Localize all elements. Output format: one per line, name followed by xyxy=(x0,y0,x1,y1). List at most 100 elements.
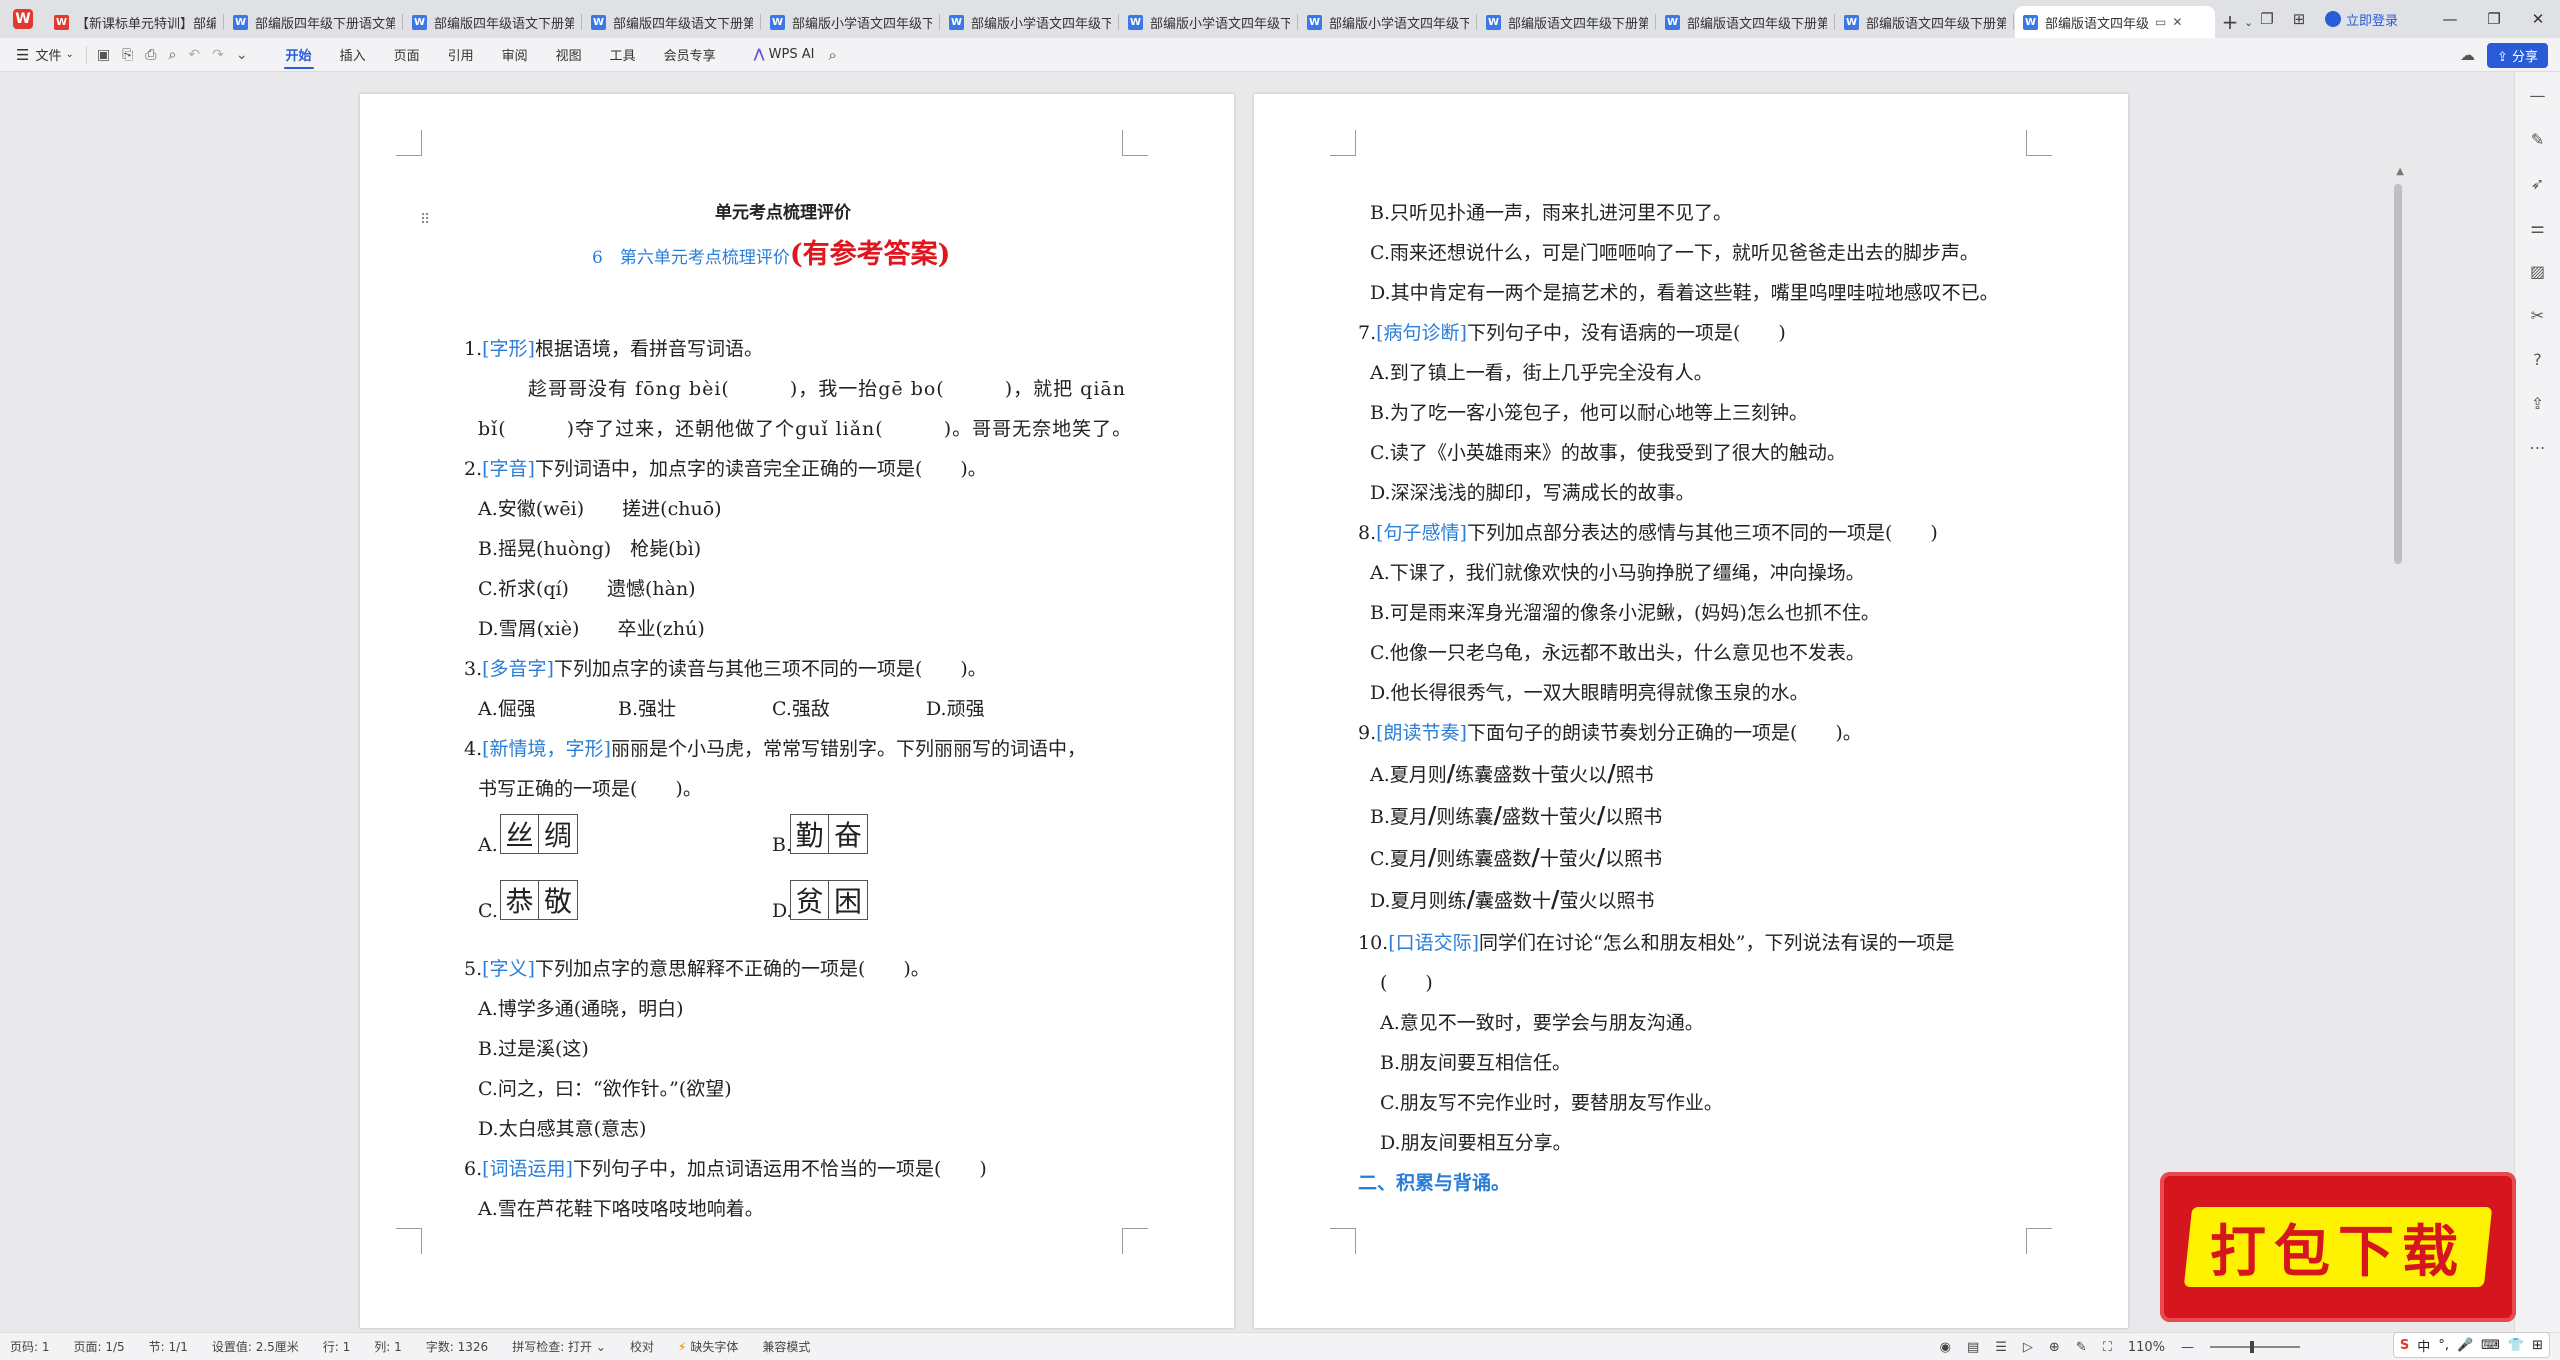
tab-document[interactable]: W 部编版小学语文四年级下 xyxy=(762,6,940,38)
zoom-level[interactable]: 110% xyxy=(2128,1340,2165,1355)
word-doc-icon: W xyxy=(1844,14,1859,30)
ribbon-tab[interactable]: 开始 xyxy=(272,38,326,72)
restore-layout-icon[interactable]: ❐ xyxy=(2251,10,2283,28)
tab-document[interactable]: W 部编版四年级下册语文第 xyxy=(225,6,403,38)
tab-document[interactable]: W 部编版语文四年级下册第 xyxy=(1836,6,2014,38)
login-button[interactable]: 立即登录 xyxy=(2324,10,2398,29)
eye-protection-icon[interactable]: ◉ xyxy=(1940,1340,1951,1355)
tab-document[interactable]: W 部编版小学语文四年级下 xyxy=(1299,6,1477,38)
q8-option-a: A.下课了，我们就像欢快的小马驹挣脱了缰绳，冲向操场。 xyxy=(1370,562,1865,584)
download-banner[interactable]: 打包下载 xyxy=(2160,1172,2516,1322)
warning-icon: ⚡ xyxy=(677,1340,687,1354)
missing-font-label: 缺失字体 xyxy=(690,1340,739,1354)
wps-logo-icon[interactable]: W xyxy=(0,0,46,38)
print-icon[interactable]: ⎙ xyxy=(145,47,156,63)
tools-icon[interactable]: ✂ xyxy=(2526,304,2550,328)
tab-label: 部编版语文四年级下册第 xyxy=(1866,16,2006,32)
tab-document[interactable]: W 部编版四年级语文下册第 xyxy=(583,6,761,38)
wps-ai-button[interactable]: ⋀ WPS AI xyxy=(754,47,815,62)
sogou-ime-icon[interactable]: S xyxy=(2400,1338,2409,1353)
share-button[interactable]: ⇪ 分享 xyxy=(2486,42,2548,68)
adjust-icon[interactable]: ⚌ xyxy=(2526,216,2550,240)
tab-document[interactable]: W 部编版小学语文四年级下 xyxy=(1120,6,1298,38)
ime-grid-icon[interactable]: ⊞ xyxy=(2532,1338,2543,1353)
more-icon[interactable]: ⋯ xyxy=(2526,436,2550,460)
undo-icon[interactable]: ↶ xyxy=(188,47,200,63)
fit-page-icon[interactable]: ⛶ xyxy=(2103,1340,2112,1355)
ribbon-tab[interactable]: 插入 xyxy=(326,38,380,72)
scroll-up-icon[interactable]: ▲ xyxy=(2396,166,2404,177)
file-menu[interactable]: ☰ 文件 ⌄ xyxy=(0,45,86,65)
quick-access-dropdown-icon[interactable]: ⌄ xyxy=(236,47,248,63)
status-missing-font[interactable]: ⚡ 缺失字体 xyxy=(678,1338,738,1355)
ime-punctuation-icon[interactable]: °, xyxy=(2438,1338,2449,1353)
ribbon-tab[interactable]: 会员专享 xyxy=(650,38,730,72)
select-cursor-icon[interactable]: ➶ xyxy=(2526,172,2550,196)
write-mode-icon[interactable]: ✎ xyxy=(2076,1340,2087,1355)
file-menu-label: 文件 xyxy=(35,49,62,64)
search-icon[interactable]: ⌕ xyxy=(828,46,836,64)
share-panel-icon[interactable]: ⇪ xyxy=(2526,392,2550,416)
q-num: 5. xyxy=(464,958,483,980)
microphone-icon[interactable]: 🎤 xyxy=(2457,1338,2473,1353)
minimize-button[interactable]: — xyxy=(2428,10,2472,28)
status-setting[interactable]: 设置值: 2.5厘米 xyxy=(212,1338,299,1355)
close-window-button[interactable]: ✕ xyxy=(2516,10,2560,28)
question-6: 6.[词语运用]下列句子中，加点词语运用不恰当的一项是( ) xyxy=(464,1154,987,1181)
grid-apps-icon[interactable]: ⊞ xyxy=(2283,10,2315,28)
page-1[interactable]: ⠿ 单元考点梳理评价 6 第六单元考点梳理评价(有参考答案) 1.[字形]根据语… xyxy=(360,94,1234,1328)
page-view-icon[interactable]: ▤ xyxy=(1967,1340,1979,1355)
redo-icon[interactable]: ↷ xyxy=(212,47,224,63)
print-preview-icon[interactable]: ⌕ xyxy=(169,47,177,63)
status-page[interactable]: 页码: 1 xyxy=(10,1338,50,1355)
close-tab-icon[interactable]: ✕ xyxy=(2172,15,2182,29)
ribbon-tab[interactable]: 工具 xyxy=(596,38,650,72)
rhythm-slash: / xyxy=(1466,886,1476,913)
right-side-panel: — ✎ ➶ ⚌ ▨ ✂ ? ⇪ ⋯ xyxy=(2514,72,2560,1332)
image-tool-icon[interactable]: ▨ xyxy=(2526,260,2550,284)
tab-document[interactable]: W 【新课标单元特训】部编 xyxy=(46,6,224,38)
tab-document[interactable]: W 部编版语文四年级下册第 xyxy=(1657,6,1835,38)
ime-skin-icon[interactable]: 👕 xyxy=(2508,1338,2524,1353)
zoom-slider[interactable] xyxy=(2210,1341,2300,1353)
tab-active-document[interactable]: W 部编版语文四年级 ▭ ✕ xyxy=(2015,6,2215,38)
status-spell-check[interactable]: 拼写检查: 打开 ⌄ xyxy=(512,1338,606,1355)
q-num: 4. xyxy=(464,738,483,760)
q-text: 下列词语中，加点字的读音完全正确的一项是( )。 xyxy=(534,458,987,480)
status-word-count[interactable]: 字数: 1326 xyxy=(426,1338,488,1355)
read-mode-icon[interactable]: ▷ xyxy=(2023,1340,2033,1355)
maximize-button[interactable]: ❐ xyxy=(2472,10,2516,28)
vertical-scrollbar[interactable] xyxy=(2394,184,2402,564)
q3-option-d: D.顽强 xyxy=(926,698,985,720)
q-text: 下列加点字的意思解释不正确的一项是( )。 xyxy=(534,958,930,980)
page-2[interactable]: B.只听见扑通一声，雨来扎进河里不见了。 C.雨来还想说什么，可是门咂咂响了一下… xyxy=(1254,94,2128,1328)
status-pages[interactable]: 页面: 1/5 xyxy=(74,1338,125,1355)
ime-language[interactable]: 中 xyxy=(2417,1336,2430,1355)
new-tab-button[interactable]: + xyxy=(2216,6,2244,38)
status-section[interactable]: 节: 1/1 xyxy=(149,1338,188,1355)
q6-option-a: A.雪在芦花鞋下咯吱咯吱地响着。 xyxy=(478,1198,764,1220)
tab-document[interactable]: W 部编版四年级语文下册第 xyxy=(404,6,582,38)
export-pdf-icon[interactable]: ⎘ xyxy=(122,47,133,63)
ribbon-tab[interactable]: 视图 xyxy=(542,38,596,72)
cloud-sync-icon[interactable]: ☁ xyxy=(2460,46,2475,64)
ribbon-tab[interactable]: 页面 xyxy=(380,38,434,72)
collapse-panel-icon[interactable]: — xyxy=(2526,84,2550,108)
grid-char: 奋 xyxy=(833,819,862,852)
save-icon[interactable]: ▣ xyxy=(97,47,110,63)
outline-view-icon[interactable]: ☰ xyxy=(1995,1340,2007,1355)
monitor-icon[interactable]: ▭ xyxy=(2155,15,2166,29)
q8-option-c: C.他像一只老乌龟，永远都不敢出头，什么意见也不发表。 xyxy=(1370,642,1865,664)
ribbon-tab[interactable]: 引用 xyxy=(434,38,488,72)
pen-icon[interactable]: ✎ xyxy=(2526,128,2550,152)
status-proofread[interactable]: 校对 xyxy=(630,1338,654,1355)
help-icon[interactable]: ? xyxy=(2526,348,2550,372)
q8-option-d: D.他长得很秀气，一双大眼睛明亮得就像玉泉的水。 xyxy=(1370,682,1809,704)
document-canvas[interactable]: ⠿ 单元考点梳理评价 6 第六单元考点梳理评价(有参考答案) 1.[字形]根据语… xyxy=(0,72,2460,1332)
tab-document[interactable]: W 部编版小学语文四年级下 xyxy=(941,6,1119,38)
web-view-icon[interactable]: ⊕ xyxy=(2049,1340,2060,1355)
tab-document[interactable]: W 部编版语文四年级下册第 xyxy=(1478,6,1656,38)
keyboard-icon[interactable]: ⌨ xyxy=(2481,1338,2500,1353)
zoom-out-button[interactable]: — xyxy=(2181,1340,2194,1355)
ribbon-tab[interactable]: 审阅 xyxy=(488,38,542,72)
